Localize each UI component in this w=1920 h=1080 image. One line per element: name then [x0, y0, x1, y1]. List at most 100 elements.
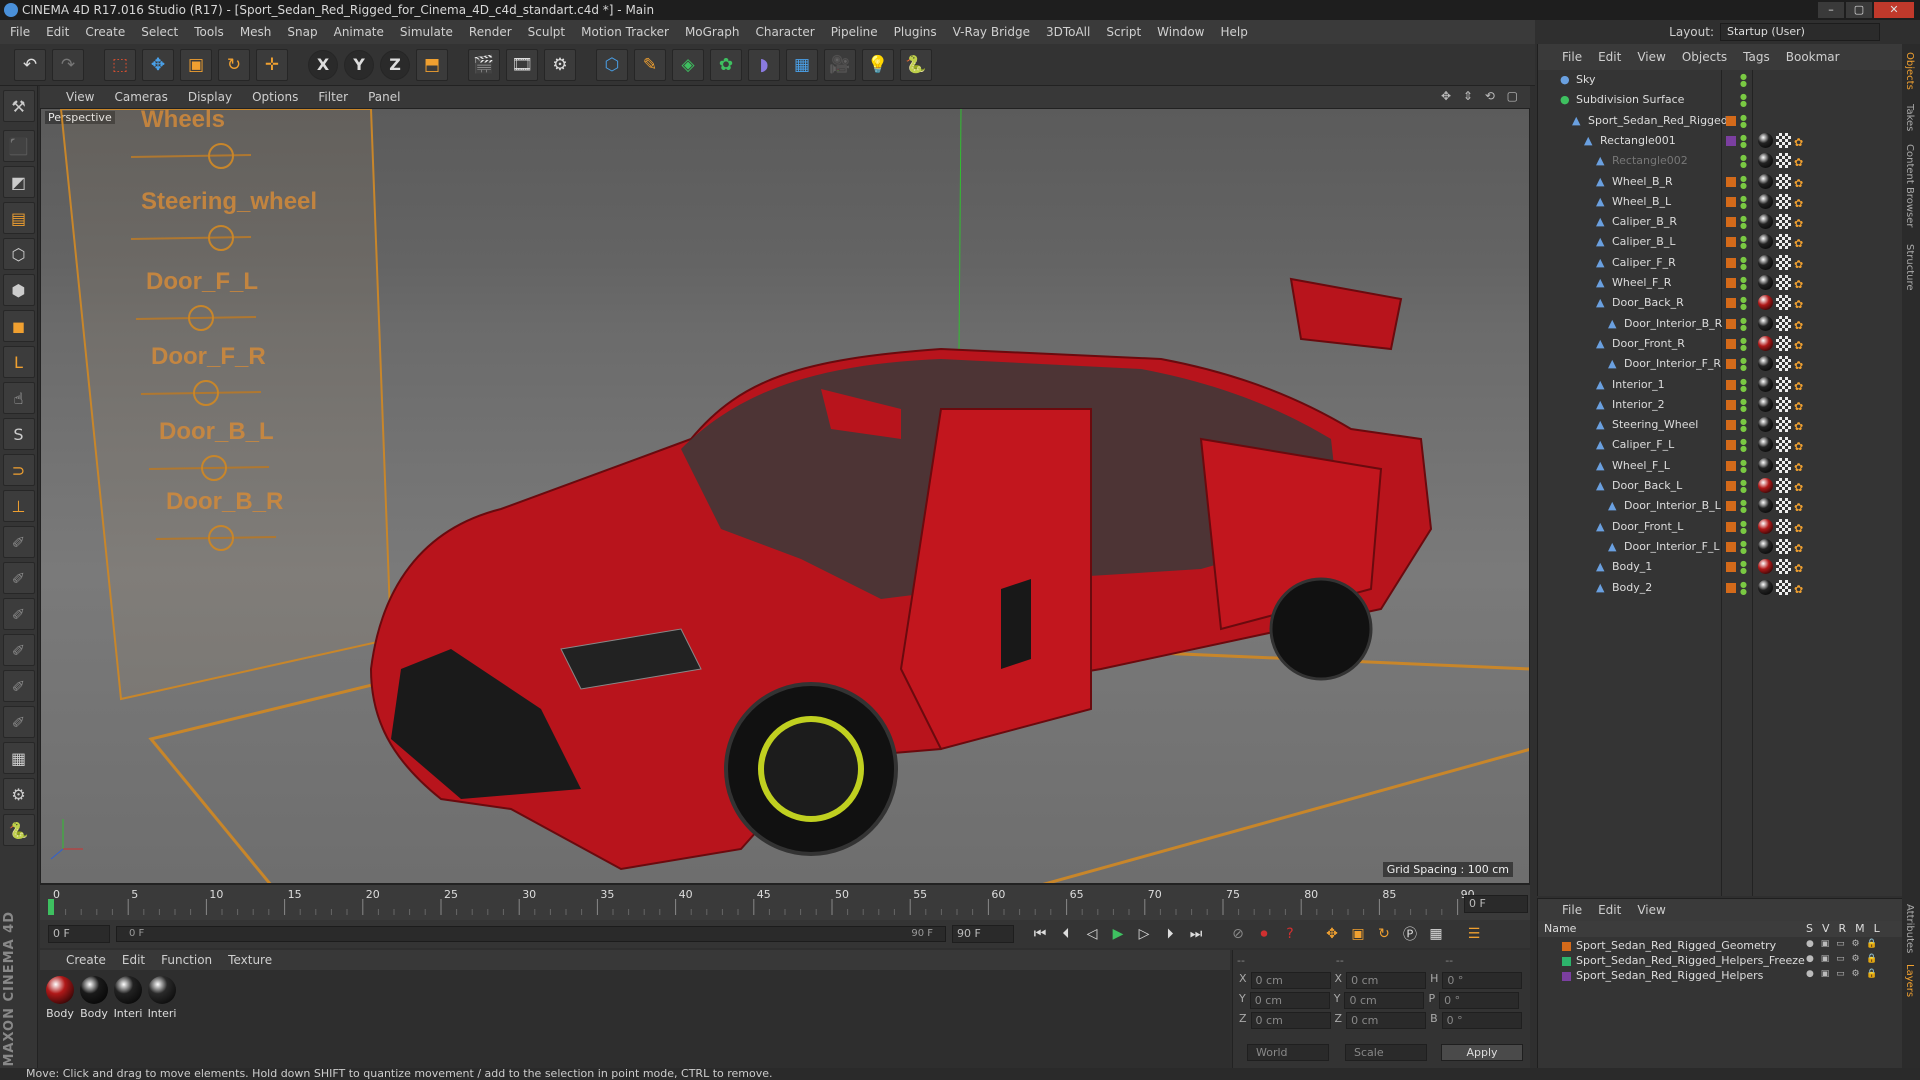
- menu-sculpt[interactable]: Sculpt: [528, 25, 565, 39]
- material-tag-icon[interactable]: [1758, 275, 1773, 290]
- menu-render[interactable]: Render: [469, 25, 512, 39]
- render-settings-icon[interactable]: ⚙: [544, 48, 576, 81]
- tweak-mode-icon[interactable]: ☝: [2, 382, 35, 414]
- maximize-button[interactable]: ▢: [1846, 2, 1872, 18]
- material-tag-icon[interactable]: [1758, 518, 1773, 534]
- rig-tag-icon[interactable]: ✿: [1794, 559, 1809, 575]
- viewport-menu-options[interactable]: Options: [252, 90, 298, 104]
- rig-tag-icon[interactable]: ✿: [1794, 458, 1809, 474]
- workplane-mode-icon[interactable]: ▤: [2, 202, 35, 234]
- motion-record-icon[interactable]: ⊘: [1226, 923, 1250, 945]
- layer-column-s[interactable]: S: [1806, 922, 1813, 935]
- snapping-icon[interactable]: S: [2, 418, 35, 450]
- object-menu-file[interactable]: File: [1562, 50, 1582, 64]
- texture-tag-icon[interactable]: [1776, 275, 1791, 290]
- visibility-dots-icon[interactable]: ● ●: [1740, 93, 1747, 108]
- viewport-menu-display[interactable]: Display: [188, 90, 232, 104]
- undo-icon[interactable]: ↶: [14, 48, 46, 81]
- material-tag-icon[interactable]: [1758, 193, 1773, 209]
- next-frame-icon[interactable]: ▷: [1132, 923, 1156, 945]
- size-field[interactable]: 0 cm: [1346, 1012, 1427, 1029]
- rig-tag-icon[interactable]: ✿: [1794, 214, 1809, 230]
- material-swatch[interactable]: Interi: [112, 976, 144, 1020]
- camera-icon[interactable]: 🎥: [824, 48, 856, 81]
- grid-toggle-icon[interactable]: ▦: [2, 742, 35, 774]
- rig-tag-icon[interactable]: ✿: [1794, 417, 1809, 433]
- viewport-menu-panel[interactable]: Panel: [368, 90, 400, 104]
- rig-tag-icon[interactable]: ✿: [1794, 580, 1809, 596]
- texture-tag-icon[interactable]: [1776, 193, 1791, 209]
- menu-window[interactable]: Window: [1157, 25, 1204, 39]
- rig-tag-icon[interactable]: ✿: [1794, 336, 1809, 352]
- cloner-icon[interactable]: ✿: [710, 48, 742, 81]
- material-menu-function[interactable]: Function: [161, 953, 212, 967]
- polygons-mode-icon[interactable]: ◼: [2, 310, 35, 342]
- frame-range-slider[interactable]: 0 F 90 F: [116, 926, 946, 942]
- menu-mesh[interactable]: Mesh: [240, 25, 272, 39]
- object-row[interactable]: ▲ Door_Interior_B_R ● ● ✿: [1538, 314, 1903, 334]
- rig-tag-icon[interactable]: ✿: [1794, 356, 1809, 372]
- menu-file[interactable]: File: [10, 25, 30, 39]
- play-icon[interactable]: ▶: [1106, 923, 1130, 945]
- position-field[interactable]: 0 cm: [1250, 1012, 1331, 1029]
- sculpt-grab-icon[interactable]: ✐: [2, 706, 35, 738]
- rig-tag-icon[interactable]: ✿: [1794, 539, 1809, 555]
- texture-tag-icon[interactable]: [1776, 396, 1791, 412]
- texture-tag-icon[interactable]: [1776, 498, 1791, 514]
- object-row[interactable]: ▲ Wheel_F_R ● ● ✿: [1538, 273, 1903, 293]
- layer-color-swatch[interactable]: [1562, 942, 1571, 951]
- menu-simulate[interactable]: Simulate: [400, 25, 453, 39]
- object-row[interactable]: ▲ Rectangle001 ● ● ✿: [1538, 131, 1903, 151]
- object-row[interactable]: ▲ Door_Interior_F_R ● ● ✿: [1538, 354, 1903, 374]
- goto-start-icon[interactable]: ⏮: [1028, 923, 1052, 945]
- material-menu-create[interactable]: Create: [66, 953, 106, 967]
- object-row[interactable]: ▲ Wheel_B_R ● ● ✿: [1538, 172, 1903, 192]
- material-tag-icon[interactable]: [1758, 498, 1773, 514]
- layer-row[interactable]: Sport_Sedan_Red_Rigged_Geometry ● ▣ ▭ ⚙ 🔒: [1538, 939, 1903, 954]
- object-row[interactable]: ▲ Steering_Wheel ● ● ✿: [1538, 415, 1903, 435]
- visibility-dots-icon[interactable]: ● ●: [1740, 276, 1747, 291]
- current-frame-field[interactable]: 0 F: [1464, 895, 1528, 913]
- visibility-dots-icon[interactable]: ● ●: [1740, 296, 1747, 311]
- object-row[interactable]: ▲ Wheel_B_L ● ● ✿: [1538, 192, 1903, 212]
- points-mode-icon[interactable]: ⬡: [2, 238, 35, 270]
- rig-tag-icon[interactable]: ✿: [1794, 133, 1809, 149]
- model-mode-icon[interactable]: ⬛: [2, 130, 35, 162]
- object-row[interactable]: ▲ Door_Interior_B_L ● ● ✿: [1538, 496, 1903, 516]
- menu-edit[interactable]: Edit: [46, 25, 69, 39]
- menu-plugins[interactable]: Plugins: [894, 25, 937, 39]
- object-row[interactable]: ▲ Sport_Sedan_Red_Rigged ● ●: [1538, 111, 1903, 131]
- material-tag-icon[interactable]: [1758, 295, 1773, 311]
- visibility-dots-icon[interactable]: ● ●: [1740, 397, 1747, 412]
- visibility-dots-icon[interactable]: ● ●: [1740, 458, 1747, 473]
- viewport-menu-view[interactable]: View: [66, 90, 94, 104]
- material-swatch[interactable]: Body: [78, 976, 110, 1020]
- key-scale-icon[interactable]: ▣: [1346, 923, 1370, 945]
- visibility-dots-icon[interactable]: ● ●: [1740, 479, 1747, 494]
- python-script-icon[interactable]: 🐍: [2, 814, 35, 846]
- object-menu-bookmar[interactable]: Bookmar: [1786, 50, 1840, 64]
- object-row[interactable]: ▲ Caliper_B_R ● ● ✿: [1538, 212, 1903, 232]
- texture-tag-icon[interactable]: [1776, 173, 1791, 189]
- material-tag-icon[interactable]: [1758, 173, 1773, 189]
- rig-tag-icon[interactable]: ✿: [1794, 295, 1809, 311]
- rotate-tool-icon[interactable]: ↻: [218, 48, 250, 81]
- rig-tag-icon[interactable]: ✿: [1794, 498, 1809, 514]
- coordinate-mode-dropdown[interactable]: World: [1247, 1044, 1329, 1061]
- rig-tag-icon[interactable]: ✿: [1794, 397, 1809, 413]
- menu-3dtoall[interactable]: 3DToAll: [1046, 25, 1090, 39]
- material-menu-edit[interactable]: Edit: [122, 953, 145, 967]
- menu-motion-tracker[interactable]: Motion Tracker: [581, 25, 669, 39]
- texture-tag-icon[interactable]: [1776, 295, 1791, 311]
- previous-key-icon[interactable]: ⏴: [1054, 923, 1078, 945]
- object-menu-view[interactable]: View: [1637, 50, 1665, 64]
- position-field[interactable]: 0 cm: [1250, 972, 1331, 989]
- rig-tag-icon[interactable]: ✿: [1794, 437, 1809, 453]
- material-tag-icon[interactable]: [1758, 579, 1773, 595]
- previous-frame-icon[interactable]: ◁: [1080, 923, 1104, 945]
- material-swatch[interactable]: Body: [44, 976, 76, 1020]
- timeline-playhead[interactable]: [48, 899, 54, 915]
- texture-tag-icon[interactable]: [1776, 132, 1791, 148]
- sculpt-smooth-icon[interactable]: ✐: [2, 562, 35, 594]
- object-row[interactable]: ▲ Body_2 ● ● ✿: [1538, 578, 1903, 598]
